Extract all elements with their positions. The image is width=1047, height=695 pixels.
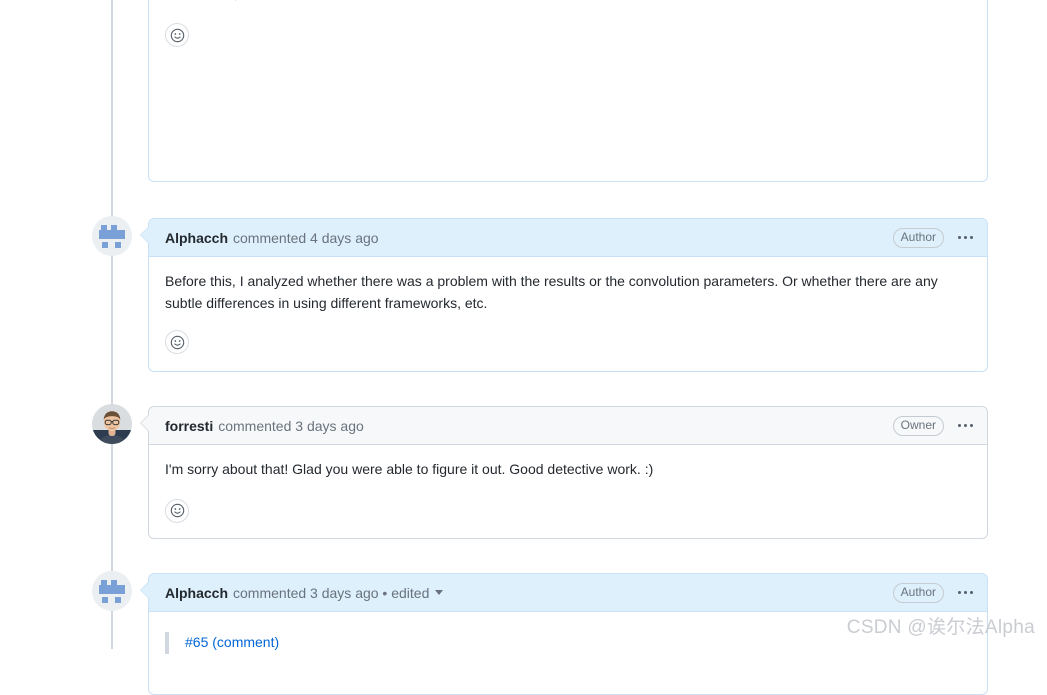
status-badge: Owner (892, 415, 944, 436)
comment-header-actions: Owner (892, 415, 977, 436)
code-block: 31 top: "conv1" 32 } 33 layer { 34 nam (165, 0, 971, 1)
reaction-row (149, 314, 987, 366)
comment-header-actions: Author (892, 582, 977, 603)
blockquote: #65 (comment) (165, 632, 971, 654)
avatar[interactable] (92, 571, 132, 611)
add-reaction-button[interactable] (165, 23, 189, 47)
timeline-connector (111, 443, 113, 573)
comment-author[interactable]: forresti (165, 418, 213, 434)
comment-box-code: 31 top: "conv1" 32 } 33 layer { 34 nam (148, 0, 988, 182)
kebab-menu-icon[interactable] (954, 232, 977, 243)
comment-timestamp: commented 3 days ago • edited (233, 584, 430, 601)
timeline-connector (111, 255, 113, 405)
comment-arrow (141, 415, 149, 431)
comment-reference-link[interactable]: #65 (comment) (185, 634, 279, 650)
reaction-row (165, 1, 971, 59)
comment-body-code: 31 top: "conv1" 32 } 33 layer { 34 nam (149, 0, 987, 59)
comment-box: forresti commented 3 days ago Owner I'm … (148, 406, 988, 539)
avatar[interactable] (92, 216, 132, 256)
comment-text: Before this, I analyzed whether there wa… (165, 273, 938, 311)
comment-box: Alphacch commented 4 days ago Author Bef… (148, 218, 988, 372)
smiley-icon (170, 28, 184, 42)
comment-arrow (141, 582, 149, 598)
identicon-avatar-icon (92, 571, 132, 611)
status-badge: Author (892, 227, 944, 248)
code-line: 36 bottom: "conv1" (165, 0, 971, 1)
timeline-connector (111, 0, 113, 220)
code-line-text: bottom: "conv1" (223, 0, 372, 1)
comment-body: #65 (comment) (149, 612, 987, 654)
comment-body: Before this, I analyzed whether there wa… (149, 257, 987, 314)
comment-header-actions: Author (892, 227, 977, 248)
add-reaction-button[interactable] (165, 498, 189, 523)
chevron-down-icon[interactable] (435, 590, 444, 595)
smiley-icon (170, 335, 184, 350)
comment-header: forresti commented 3 days ago Owner (149, 407, 987, 445)
photo-avatar-icon (92, 404, 132, 444)
issue-comment-timeline: 31 top: "conv1" 32 } 33 layer { 34 nam (0, 0, 1047, 695)
comment-text: I'm sorry about that! Glad you were able… (165, 461, 654, 477)
comment-author[interactable]: Alphacch (165, 585, 228, 601)
timeline-connector (111, 610, 113, 649)
code-line-number: 36 (165, 0, 223, 1)
reaction-row (149, 481, 987, 535)
comment-author[interactable]: Alphacch (165, 230, 228, 246)
status-badge: Author (892, 582, 944, 603)
comment-arrow (141, 227, 149, 243)
comment-header: Alphacch commented 3 days ago • edited A… (149, 574, 987, 612)
kebab-menu-icon[interactable] (954, 420, 977, 431)
comment-timestamp: commented 4 days ago (233, 229, 379, 246)
smiley-icon (170, 503, 184, 518)
comment-header: Alphacch commented 4 days ago Author (149, 219, 987, 257)
add-reaction-button[interactable] (165, 330, 189, 355)
avatar[interactable] (92, 404, 132, 444)
code-gutter-divider (235, 0, 236, 1)
identicon-avatar-icon (92, 216, 132, 256)
comment-body: I'm sorry about that! Glad you were able… (149, 445, 987, 481)
kebab-menu-icon[interactable] (954, 587, 977, 598)
comment-box: Alphacch commented 3 days ago • edited A… (148, 573, 988, 695)
comment-timestamp: commented 3 days ago (218, 417, 364, 434)
